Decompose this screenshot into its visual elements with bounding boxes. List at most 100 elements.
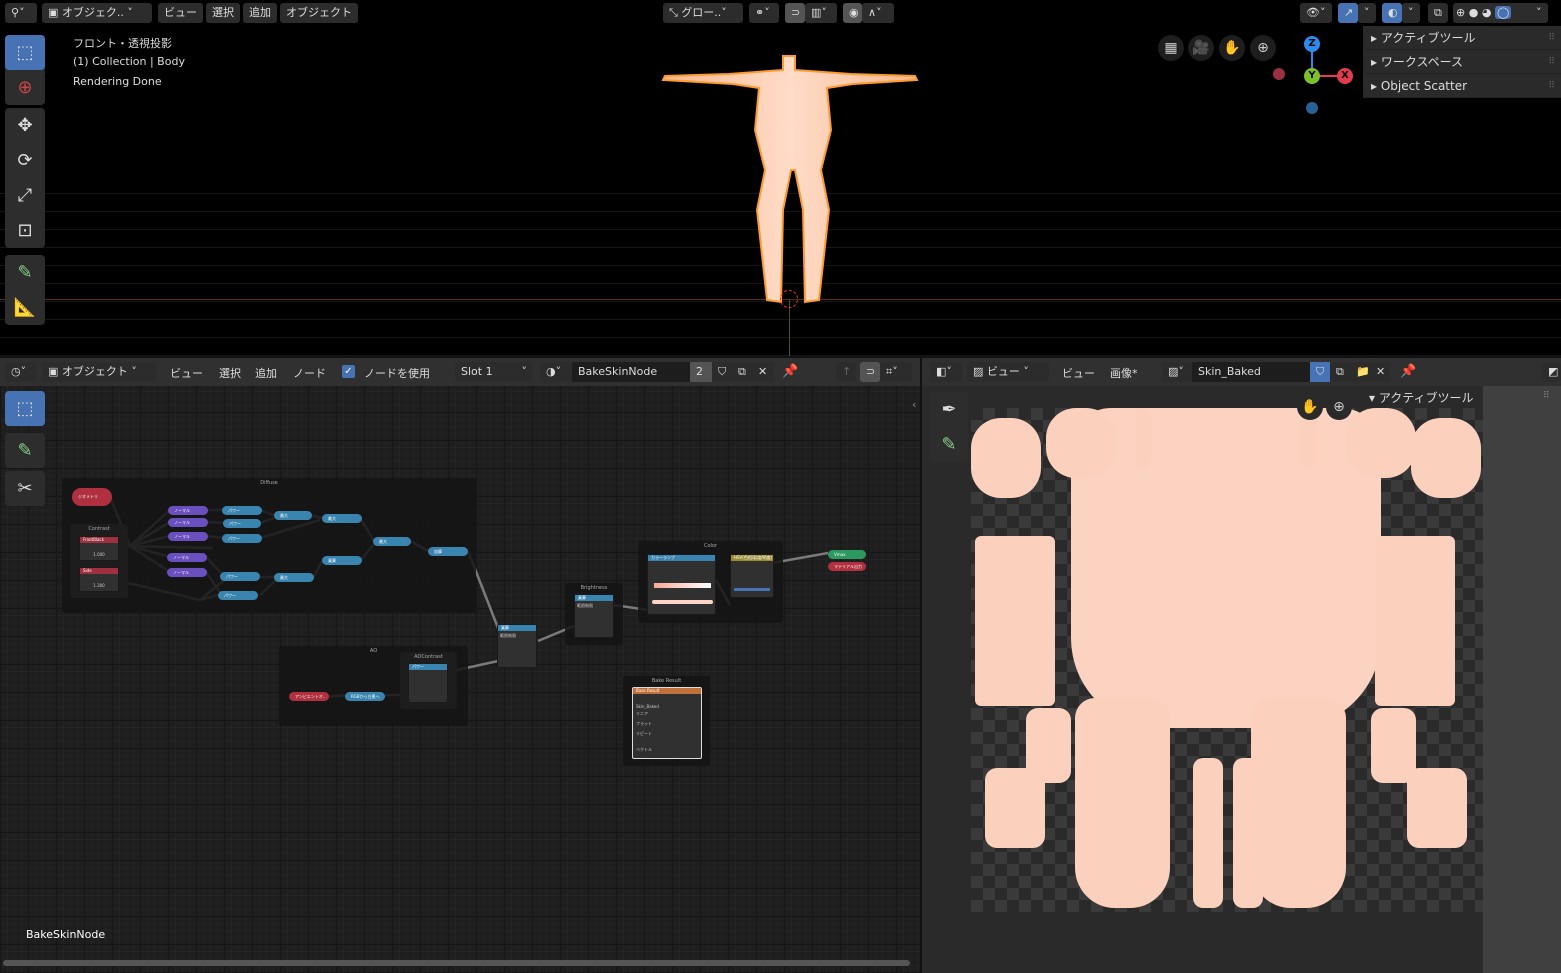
zoom-button[interactable]: ⊕: [1250, 35, 1276, 61]
rotate-tool[interactable]: ⟳: [5, 143, 45, 178]
falloff-dropdown[interactable]: ∧˅: [862, 3, 894, 23]
node-front-black[interactable]: FrontBlack 1.000: [79, 536, 119, 561]
node-image-texture[interactable]: Base Result Skin_Baked リニア フラット リピート ベクト…: [632, 687, 702, 759]
shader-node-editor[interactable]: ◷˅ ▣ オブジェクト ˅ ビュー 選択 追加 ノード ✓ ノードを使用 Slo…: [0, 358, 920, 973]
drag-grip-icon[interactable]: ⠿: [1543, 391, 1550, 401]
gizmo-dropdown[interactable]: ˅: [1358, 3, 1376, 23]
menu-image[interactable]: 画像*: [1110, 365, 1138, 381]
wireframe-shading-icon[interactable]: ⊕: [1456, 6, 1465, 19]
gizmo-x[interactable]: X: [1337, 68, 1353, 84]
pan-button[interactable]: ✋: [1297, 394, 1323, 420]
node-multiply-1[interactable]: 乗算: [322, 556, 362, 565]
node-normal-3[interactable]: ノーマル: [168, 532, 208, 541]
node-power-4[interactable]: パワー: [220, 572, 260, 581]
node-ambient-occlusion[interactable]: アンビエントオ..: [289, 692, 329, 701]
gizmo-z[interactable]: Z: [1304, 36, 1320, 52]
drag-grip-icon[interactable]: ⠿: [1548, 74, 1555, 98]
new-image-button[interactable]: ⧉: [1330, 362, 1350, 382]
cursor-tool[interactable]: ⊕: [5, 70, 45, 105]
image-browse-button[interactable]: ▨˅: [1162, 362, 1192, 382]
node-power-3[interactable]: パワー: [222, 534, 262, 543]
node-colorramp[interactable]: カラーランプ: [647, 554, 716, 615]
unlink-image-button[interactable]: ✕: [1370, 362, 1390, 382]
node-normal-4[interactable]: ノーマル: [167, 553, 207, 562]
open-image-button[interactable]: 📁: [1350, 362, 1370, 382]
scale-tool[interactable]: ⤢: [5, 178, 45, 213]
editor-type-button[interactable]: ⚲˅: [5, 3, 37, 23]
gizmo-neg-x[interactable]: [1273, 68, 1285, 80]
node-geometry[interactable]: ジオメトリ: [72, 488, 112, 506]
gizmo-y[interactable]: Y: [1304, 68, 1320, 84]
menu-object[interactable]: オブジェクト: [280, 3, 358, 23]
menu-select[interactable]: 選択: [206, 3, 240, 23]
baked-texture-image[interactable]: [971, 408, 1483, 912]
proportional-edit-toggle[interactable]: ◉: [843, 3, 862, 23]
snap-target-dropdown[interactable]: ▥˅: [805, 3, 837, 23]
3d-viewport[interactable]: ⚲˅ ▣ オブジェク.. ˅ ビュー 選択 追加 オブジェクト ⤡ グロー..˅…: [0, 0, 1561, 356]
node-side[interactable]: Side 1.300: [79, 567, 119, 592]
fake-user-button[interactable]: ⛉: [1310, 362, 1330, 382]
move-tool[interactable]: ✥: [5, 108, 45, 143]
horizontal-scrollbar[interactable]: [3, 960, 910, 966]
overlay-dropdown[interactable]: ˅: [1402, 3, 1420, 23]
snap-toggle[interactable]: ⊃: [785, 3, 805, 23]
pin-icon[interactable]: 📌: [1400, 364, 1416, 379]
grid-view-button[interactable]: ▦: [1158, 35, 1184, 61]
color-ramp-gradient[interactable]: [654, 583, 711, 588]
panel-active-tool[interactable]: ▾ アクティブツール: [1369, 389, 1474, 406]
node-multiply-2[interactable]: 乗算 範囲制限: [497, 624, 537, 668]
body-mesh[interactable]: [655, 50, 925, 310]
node-max-2[interactable]: 最大: [274, 573, 314, 582]
panel-active-tool[interactable]: ▸ アクティブツール ⠿: [1363, 26, 1561, 50]
node-material-output[interactable]: マテリアル出力: [828, 562, 866, 571]
node-multiply-3[interactable]: 乗算 範囲制限: [574, 594, 614, 638]
node-normal-5[interactable]: ノーマル: [167, 568, 207, 577]
pan-button[interactable]: ✋: [1219, 35, 1245, 61]
xray-toggle[interactable]: ⧉: [1428, 3, 1448, 23]
transform-tool[interactable]: ⊡: [5, 213, 45, 248]
display-channels-button[interactable]: ◩: [1542, 362, 1561, 382]
node-power-2[interactable]: パワー: [223, 519, 261, 528]
pivot-dropdown[interactable]: ⚭˅: [749, 3, 779, 23]
drag-grip-icon[interactable]: ⠿: [1548, 50, 1555, 74]
node-power-5[interactable]: パワー: [218, 591, 258, 600]
material-shading-icon[interactable]: ◕: [1482, 6, 1492, 19]
mode-dropdown[interactable]: ▣ オブジェク.. ˅: [42, 3, 152, 23]
menu-view[interactable]: ビュー: [158, 3, 203, 23]
node-max-4[interactable]: 最大: [373, 537, 411, 546]
image-name-field[interactable]: Skin_Baked: [1192, 362, 1310, 382]
view-mode-dropdown[interactable]: ▨ ビュー ˅: [967, 362, 1049, 382]
node-normal-1[interactable]: ノーマル: [168, 506, 208, 515]
camera-view-button[interactable]: 🎥: [1188, 35, 1214, 61]
image-editor[interactable]: ◧˅ ▨ ビュー ˅ ビュー 画像* ▨˅ Skin_Baked ⛉ ⧉ 📁 ✕…: [922, 358, 1561, 973]
visibility-dropdown[interactable]: 👁˅: [1300, 3, 1332, 23]
menu-add[interactable]: 追加: [243, 3, 277, 23]
zoom-button[interactable]: ⊕: [1326, 394, 1352, 420]
select-box-tool[interactable]: ⬚: [5, 35, 45, 70]
overlay-toggle[interactable]: ◐: [1382, 3, 1402, 23]
node-hsv[interactable]: HSV(色相/彩度/明度): [730, 554, 774, 598]
color-swatch[interactable]: [652, 600, 713, 604]
node-rgb-to-bw[interactable]: RGBから白黒へ: [345, 692, 385, 701]
rendered-shading-icon[interactable]: ◯: [1494, 6, 1512, 19]
drag-grip-icon[interactable]: ⠿: [1548, 26, 1555, 50]
gizmo-toggle[interactable]: ↗: [1338, 3, 1358, 23]
node-power-ao[interactable]: パワー: [408, 663, 448, 703]
solid-shading-icon[interactable]: ●: [1469, 6, 1479, 19]
menu-view[interactable]: ビュー: [1062, 365, 1095, 381]
area-divider-horizontal[interactable]: [0, 356, 1561, 358]
sample-tool[interactable]: ✒: [930, 392, 968, 427]
measure-tool[interactable]: 📐: [5, 290, 45, 325]
node-max-3[interactable]: 最大: [322, 514, 362, 523]
panel-workspace[interactable]: ▸ ワークスペース ⠿: [1363, 50, 1561, 74]
node-max-1[interactable]: 最大: [274, 511, 312, 520]
node-add-1[interactable]: 加算: [428, 547, 468, 556]
node-power-1[interactable]: パワー: [222, 506, 262, 515]
node-emission[interactable]: Vmax: [828, 550, 866, 559]
annotate-tool[interactable]: ✎: [930, 427, 968, 462]
hsv-fac-field[interactable]: [734, 588, 770, 591]
annotate-tool[interactable]: ✎: [5, 255, 45, 290]
transform-orientation-dropdown[interactable]: ⤡ グロー..˅: [663, 3, 743, 23]
panel-object-scatter[interactable]: ▸ Object Scatter ⠿: [1363, 74, 1561, 98]
editor-type-button[interactable]: ◧˅: [930, 362, 962, 382]
